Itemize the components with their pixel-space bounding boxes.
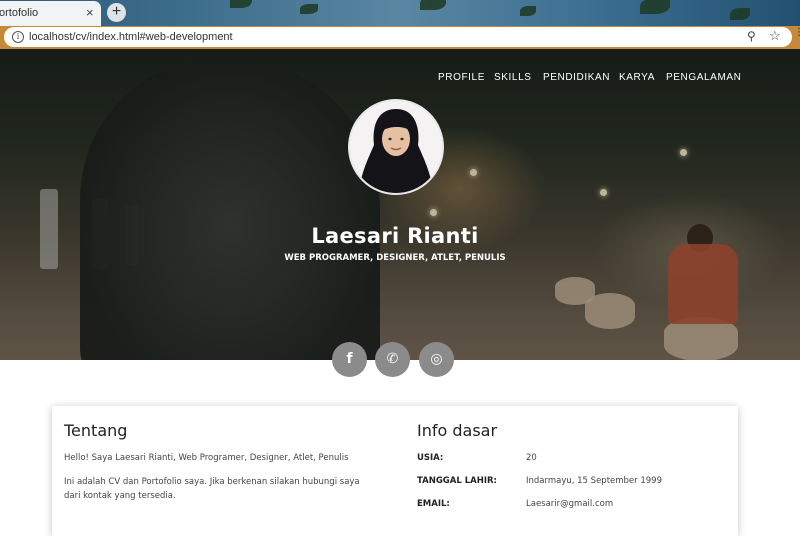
foliage-decoration	[230, 0, 252, 8]
hero-overlay	[0, 49, 800, 360]
main-nav: PROFILE SKILLS PENDIDIKAN KARYA PENGALAM…	[0, 72, 800, 84]
browser-toolbar: i localhost/cv/index.html#web-developmen…	[0, 26, 800, 49]
info-label-age: USIA:	[417, 453, 444, 463]
about-card: Tentang Hello! Saya Laesari Rianti, Web …	[52, 406, 738, 536]
nav-profile[interactable]: PROFILE	[438, 72, 485, 83]
whatsapp-icon: ✆	[386, 351, 399, 367]
profile-photo	[350, 101, 442, 193]
avatar	[348, 99, 444, 195]
nav-pendidikan[interactable]: PENDIDIKAN	[543, 72, 610, 83]
url-text[interactable]: localhost/cv/index.html#web-development	[29, 31, 233, 43]
whatsapp-button[interactable]: ✆	[375, 342, 410, 377]
bookmark-star-icon[interactable]: ☆	[769, 28, 781, 44]
facebook-button[interactable]: f	[332, 342, 367, 377]
info-label-birth: TANGGAL LAHIR:	[417, 476, 497, 486]
browser-tab[interactable]: ortofolio ×	[0, 1, 101, 26]
about-intro: Hello! Saya Laesari Rianti, Web Programe…	[64, 453, 349, 463]
about-title: Tentang	[64, 421, 128, 440]
browser-menu-icon[interactable]: ⋮	[794, 28, 800, 38]
foliage-decoration	[520, 6, 536, 16]
info-label-email: EMAIL:	[417, 499, 450, 509]
info-icon[interactable]: i	[12, 31, 24, 43]
info-value-email[interactable]: Laesarir@gmail.com	[526, 499, 613, 509]
hero-background	[0, 49, 800, 360]
browser-tabstrip: ortofolio × +	[0, 0, 800, 26]
info-title: Info dasar	[417, 421, 498, 440]
hero-name: Laesari Rianti	[311, 224, 479, 248]
about-description-line-2: dari kontak yang tersedia.	[64, 491, 176, 501]
nav-karya[interactable]: KARYA	[619, 72, 655, 83]
tab-title: ortofolio	[0, 7, 39, 19]
address-bar[interactable]: i localhost/cv/index.html#web-developmen…	[4, 27, 792, 47]
info-value-birth: Indarmayu, 15 September 1999	[526, 476, 662, 486]
foliage-decoration	[640, 0, 670, 14]
instagram-button[interactable]: ◎	[419, 342, 454, 377]
nav-skills[interactable]: SKILLS	[494, 72, 532, 83]
foliage-decoration	[730, 8, 750, 20]
new-tab-button[interactable]: +	[107, 3, 126, 22]
hero-tagline: WEB PROGRAMER, DESIGNER, ATLET, PENULIS	[284, 253, 506, 263]
foliage-decoration	[300, 4, 318, 14]
instagram-icon: ◎	[430, 351, 443, 367]
facebook-icon: f	[346, 351, 353, 367]
nav-pengalaman[interactable]: PENGALAMAN	[666, 72, 741, 83]
about-description-line-1: Ini adalah CV dan Portofolio saya. Jika …	[64, 477, 360, 487]
info-value-age: 20	[526, 453, 537, 463]
close-icon[interactable]: ×	[86, 5, 94, 20]
foliage-decoration	[420, 0, 446, 10]
zoom-icon[interactable]: ⚲	[747, 29, 756, 43]
